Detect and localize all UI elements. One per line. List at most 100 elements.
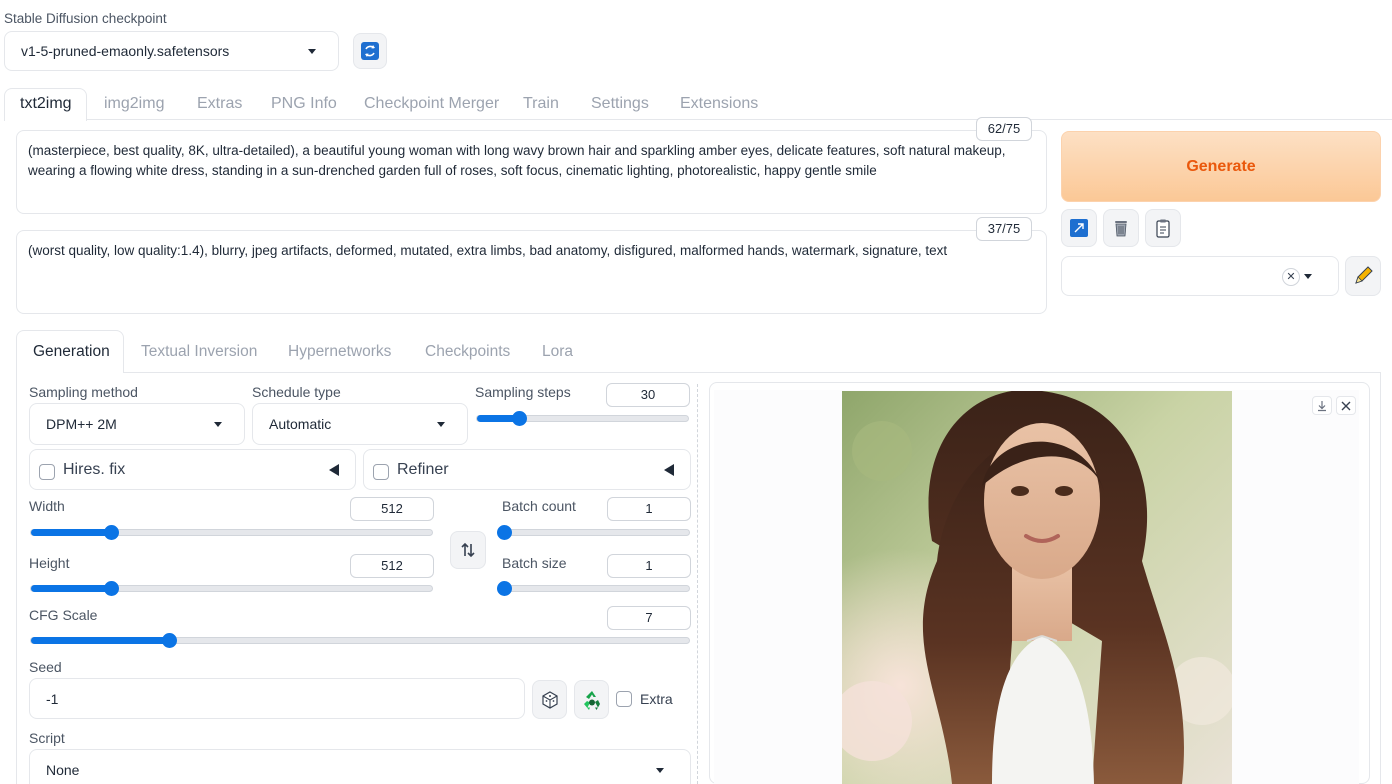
generate-button[interactable]: Generate <box>1061 131 1381 202</box>
subtab-textual-inversion[interactable]: Textual Inversion <box>141 343 257 361</box>
seed-input[interactable]: -1 <box>29 678 525 719</box>
clear-prompt-button[interactable] <box>1103 209 1139 247</box>
subtab-generation[interactable]: Generation <box>33 343 110 361</box>
dice-icon <box>541 690 558 709</box>
swap-dimensions-button[interactable] <box>450 531 486 569</box>
tabs-divider <box>87 119 1392 120</box>
random-seed-button[interactable] <box>532 680 567 719</box>
checkpoint-dropdown[interactable]: v1-5-pruned-emaonly.safetensors <box>4 31 339 71</box>
script-value: None <box>46 762 80 778</box>
tab-img2img[interactable]: img2img <box>104 95 164 113</box>
batch-count-label: Batch count <box>502 498 576 514</box>
collapse-triangle-icon <box>329 464 339 476</box>
subtab-hypernetworks[interactable]: Hypernetworks <box>288 343 391 361</box>
height-slider[interactable] <box>30 581 433 596</box>
schedule-type-label: Schedule type <box>252 384 341 400</box>
cfg-scale-input[interactable]: 7 <box>607 606 691 630</box>
pencil-icon <box>1355 266 1373 284</box>
styles-dropdown[interactable]: ✕ <box>1061 256 1339 296</box>
recycle-icon <box>583 690 600 710</box>
prompt-textarea[interactable]: (masterpiece, best quality, 8K, ultra-de… <box>16 130 1047 214</box>
hires-fix-checkbox[interactable] <box>39 464 55 480</box>
slider-thumb[interactable] <box>161 633 177 648</box>
apply-styles-button[interactable] <box>1145 209 1181 247</box>
sampling-steps-input[interactable]: 30 <box>606 383 690 407</box>
sampling-method-value: DPM++ 2M <box>46 416 117 432</box>
seed-label: Seed <box>29 659 62 675</box>
collapse-triangle-icon <box>664 464 674 476</box>
refiner-checkbox[interactable] <box>373 464 389 480</box>
width-label: Width <box>29 498 65 514</box>
arrow-icon <box>1070 219 1088 237</box>
slider-thumb[interactable] <box>496 581 512 596</box>
tab-checkpoint-merger[interactable]: Checkpoint Merger <box>364 95 499 113</box>
batch-count-slider[interactable] <box>496 525 690 540</box>
swap-arrows-icon <box>461 542 475 558</box>
tab-settings[interactable]: Settings <box>591 95 649 113</box>
slider-thumb[interactable] <box>511 411 527 426</box>
script-label: Script <box>29 730 65 746</box>
tab-train[interactable]: Train <box>523 95 559 113</box>
slider-thumb[interactable] <box>103 581 119 596</box>
tab-extensions[interactable]: Extensions <box>680 95 758 113</box>
batch-size-slider[interactable] <box>496 581 690 596</box>
chevron-down-icon <box>437 422 445 427</box>
subtab-checkpoints[interactable]: Checkpoints <box>425 343 510 361</box>
extra-seed-label: Extra <box>640 691 673 707</box>
chevron-down-icon <box>308 49 316 54</box>
trash-icon <box>1115 221 1127 237</box>
subtabs-divider <box>124 372 1381 373</box>
chevron-down-icon <box>656 768 664 773</box>
checkpoint-label: Stable Diffusion checkpoint <box>4 11 167 26</box>
batch-count-input[interactable]: 1 <box>607 497 691 521</box>
width-input[interactable]: 512 <box>350 497 434 521</box>
negative-prompt-token-counter: 37/75 <box>976 217 1032 241</box>
subtab-lora[interactable]: Lora <box>542 343 573 361</box>
width-slider[interactable] <box>30 525 433 540</box>
download-button[interactable] <box>1312 396 1332 415</box>
panel-left-border <box>16 372 17 784</box>
close-image-button[interactable] <box>1336 396 1356 415</box>
sampling-method-dropdown[interactable]: DPM++ 2M <box>29 403 245 445</box>
read-generation-params-button[interactable] <box>1061 209 1097 247</box>
close-icon <box>1341 401 1351 410</box>
prompt-token-counter: 62/75 <box>976 117 1032 141</box>
batch-size-label: Batch size <box>502 555 567 571</box>
column-separator <box>697 384 698 784</box>
schedule-type-value: Automatic <box>269 416 332 432</box>
generated-image[interactable] <box>842 391 1232 784</box>
cfg-scale-label: CFG Scale <box>29 607 98 623</box>
height-input[interactable]: 512 <box>350 554 434 578</box>
panel-right-border <box>1380 372 1381 784</box>
refiner-label: Refiner <box>397 461 449 478</box>
refresh-icon <box>361 42 379 60</box>
negative-prompt-textarea[interactable]: (worst quality, low quality:1.4), blurry… <box>16 230 1047 314</box>
tab-png-info[interactable]: PNG Info <box>271 95 337 113</box>
sampling-steps-slider[interactable] <box>476 411 689 426</box>
clipboard-icon <box>1156 219 1170 238</box>
sampling-steps-label: Sampling steps <box>475 384 571 400</box>
sampling-method-label: Sampling method <box>29 384 138 400</box>
refiner-accordion[interactable]: Refiner <box>363 449 691 490</box>
schedule-type-dropdown[interactable]: Automatic <box>252 403 468 445</box>
script-dropdown[interactable]: None <box>29 749 691 784</box>
height-label: Height <box>29 555 70 571</box>
checkpoint-value: v1-5-pruned-emaonly.safetensors <box>21 43 230 59</box>
chevron-down-icon <box>214 422 222 427</box>
clear-icon[interactable]: ✕ <box>1282 268 1300 286</box>
refresh-checkpoint-button[interactable] <box>353 33 387 69</box>
cfg-scale-slider[interactable] <box>30 633 690 648</box>
extra-seed-checkbox[interactable] <box>616 691 632 707</box>
tab-extras[interactable]: Extras <box>197 95 242 113</box>
seed-value: -1 <box>46 690 59 707</box>
slider-thumb[interactable] <box>103 525 119 540</box>
reuse-seed-button[interactable] <box>574 680 609 719</box>
download-icon <box>1318 400 1326 411</box>
hires-fix-label: Hires. fix <box>63 461 126 478</box>
hires-fix-accordion[interactable]: Hires. fix <box>29 449 356 490</box>
batch-size-input[interactable]: 1 <box>607 554 691 578</box>
chevron-down-icon <box>1304 274 1312 279</box>
edit-styles-button[interactable] <box>1345 256 1381 296</box>
tab-txt2img[interactable]: txt2img <box>20 95 72 113</box>
slider-thumb[interactable] <box>496 525 512 540</box>
